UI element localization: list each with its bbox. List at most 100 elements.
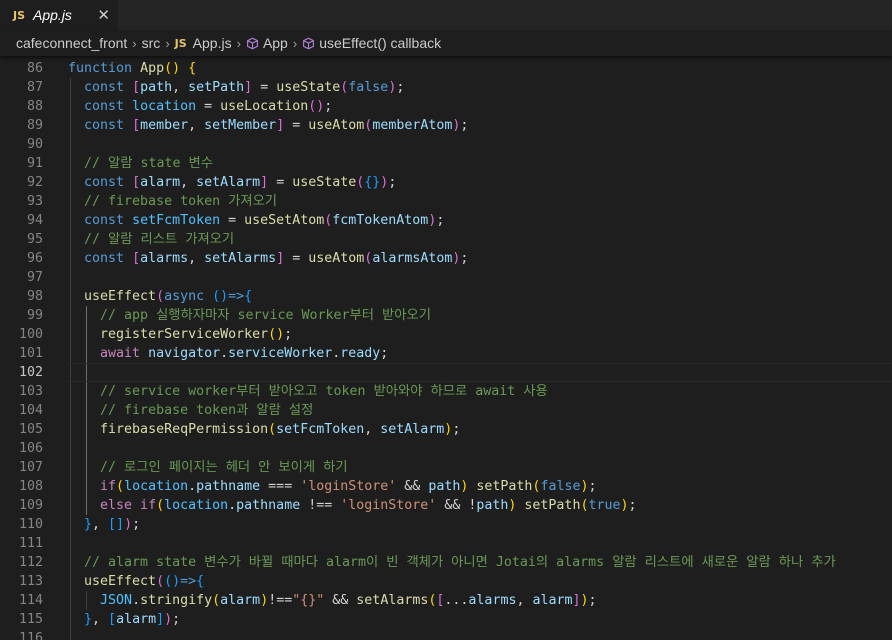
code-line[interactable]: 86 function App() { [0, 59, 892, 78]
code-token: const [84, 251, 133, 266]
code-text: await navigator.serviceWorker.ready; [68, 344, 388, 363]
code-line[interactable]: 108 if(location.pathname === 'loginStore… [0, 477, 892, 496]
code-line[interactable]: 114 JSON.stringify(alarm)!=="{}" && setA… [0, 591, 892, 610]
code-token: if [100, 479, 117, 494]
line-number: 96 [26, 251, 43, 266]
code-line[interactable]: 87 const [path, setPath] = useState(fals… [0, 78, 892, 97]
code-text: // service worker부터 받아오고 token 받아와야 하므로 … [68, 382, 548, 401]
code-token: [ [132, 251, 141, 266]
breadcrumb-symbol-callback[interactable]: useEffect() callback [319, 35, 441, 51]
code-line[interactable]: 109 else if(location.pathname !== 'login… [0, 496, 892, 515]
code-token: useEffect [84, 574, 157, 589]
code-line[interactable]: 107 // 로그인 페이지는 헤더 안 보이게 하기 [0, 458, 892, 477]
code-token: [] [108, 517, 125, 532]
code-token: alarm [532, 593, 573, 608]
code-token: // 알람 리스트 가져오기 [84, 232, 235, 247]
code-line[interactable]: 113 useEffect(()=>{ [0, 572, 892, 591]
tab-bar: JS App.js ✕ [0, 0, 892, 30]
code-text: const setFcmToken = useSetAtom(fcmTokenA… [68, 211, 444, 230]
tab-app-js[interactable]: JS App.js ✕ [0, 0, 118, 30]
code-token: . [228, 498, 237, 513]
javascript-file-icon: JS [174, 36, 187, 50]
code-token: ) [124, 517, 133, 532]
line-number: 88 [26, 99, 43, 114]
code-token: firebaseReqPermission [100, 422, 269, 437]
code-token: ] [244, 80, 253, 95]
code-token: location [164, 498, 229, 513]
line-number: 86 [26, 61, 43, 76]
code-line[interactable]: 110 }, []); [0, 515, 892, 534]
close-icon[interactable]: ✕ [97, 6, 110, 24]
code-token: . [132, 593, 141, 608]
code-token: ; [452, 422, 461, 437]
line-number: 116 [18, 631, 43, 640]
code-token: { [196, 574, 205, 589]
code-token: ready [340, 346, 381, 361]
code-token: ; [588, 479, 597, 494]
code-token: && [396, 479, 429, 494]
code-line[interactable]: 116 [0, 629, 892, 640]
code-line[interactable]: 97 [0, 268, 892, 287]
code-line[interactable]: 100 registerServiceWorker(); [0, 325, 892, 344]
code-token: ; [172, 612, 181, 627]
code-editor[interactable]: 86 function App() {87 const [path, setPat… [0, 58, 892, 640]
code-token: stringify [140, 593, 213, 608]
code-text: // alarm state 변수가 바뀔 때마다 alarm이 빈 객체가 아… [68, 553, 836, 572]
code-token: () [268, 327, 285, 342]
code-token: const [84, 99, 133, 114]
breadcrumb-symbol-app[interactable]: App [263, 35, 288, 51]
javascript-file-icon: JS [13, 8, 26, 22]
code-line[interactable]: 115 }, [alarm]); [0, 610, 892, 629]
code-line[interactable]: 96 const [alarms, setAlarms] = useAtom(a… [0, 249, 892, 268]
code-line[interactable]: 98 useEffect(async ()=>{ [0, 287, 892, 306]
code-token: // 알람 state 변수 [84, 156, 214, 171]
breadcrumb-file[interactable]: App.js [193, 35, 232, 51]
code-line[interactable]: 103 // service worker부터 받아오고 token 받아와야 … [0, 382, 892, 401]
code-token: useAtom [308, 118, 365, 133]
code-token: === [260, 479, 301, 494]
code-line[interactable]: 88 const location = useLocation(); [0, 97, 892, 116]
code-token: path [140, 80, 173, 95]
code-line[interactable]: 90 [0, 135, 892, 154]
code-text: const location = useLocation(); [68, 97, 332, 116]
code-token: useEffect [84, 289, 157, 304]
code-text: // app 실행하자마자 service Worker부터 받아오기 [68, 306, 431, 325]
code-line[interactable]: 89 const [member, setMember] = useAtom(m… [0, 116, 892, 135]
line-number: 113 [18, 574, 43, 589]
code-token: // 로그인 페이지는 헤더 안 보이게 하기 [100, 460, 348, 475]
code-text: const [member, setMember] = useAtom(memb… [68, 116, 468, 135]
current-line-highlight [66, 363, 892, 382]
line-number: 98 [26, 289, 43, 304]
breadcrumb-folder-cafeconnect[interactable]: cafeconnect_front [16, 35, 127, 51]
code-line[interactable]: 95 // 알람 리스트 가져오기 [0, 230, 892, 249]
code-token: ; [460, 251, 469, 266]
code-token: => [180, 574, 197, 589]
code-line[interactable]: 105 firebaseReqPermission(setFcmToken, s… [0, 420, 892, 439]
code-line[interactable]: 93 // firebase token 가져오기 [0, 192, 892, 211]
code-line[interactable]: 112 // alarm state 변수가 바뀔 때마다 alarm이 빈 객… [0, 553, 892, 572]
symbol-method-icon [246, 37, 258, 49]
code-line[interactable]: 99 // app 실행하자마자 service Worker부터 받아오기 [0, 306, 892, 325]
code-text: firebaseReqPermission(setFcmToken, setAl… [68, 420, 460, 439]
code-line[interactable]: 111 [0, 534, 892, 553]
code-line[interactable]: 102 [0, 363, 892, 382]
code-token: } [84, 517, 93, 532]
line-number: 109 [18, 498, 43, 513]
code-line[interactable]: 91 // 알람 state 변수 [0, 154, 892, 173]
code-token: JSON [100, 593, 133, 608]
code-token: setPath [188, 80, 245, 95]
code-line[interactable]: 101 await navigator.serviceWorker.ready; [0, 344, 892, 363]
code-token: ; [324, 99, 333, 114]
code-token: ; [380, 346, 389, 361]
code-token: member [140, 118, 189, 133]
code-token: . [220, 346, 229, 361]
code-line[interactable]: 106 [0, 439, 892, 458]
code-line[interactable]: 104 // firebase token과 알람 설정 [0, 401, 892, 420]
breadcrumb-folder-src[interactable]: src [142, 35, 161, 51]
code-token: pathname [236, 498, 301, 513]
code-line[interactable]: 94 const setFcmToken = useSetAtom(fcmTok… [0, 211, 892, 230]
code-token: function [68, 61, 141, 76]
code-line[interactable]: 92 const [alarm, setAlarm] = useState({}… [0, 173, 892, 192]
code-token: const [84, 175, 133, 190]
